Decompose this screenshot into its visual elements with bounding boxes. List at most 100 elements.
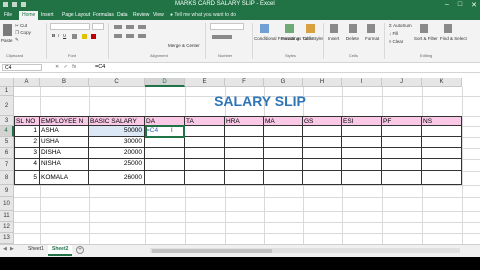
cell-sl-no[interactable]: 1: [14, 126, 40, 137]
cell-employee-name[interactable]: DISHA: [40, 148, 89, 159]
table-cell-empty[interactable]: [422, 126, 462, 137]
row-header-4[interactable]: 4: [0, 126, 14, 137]
header-cell-employee-name[interactable]: EMPLOYEE N: [40, 116, 89, 126]
row-header-8[interactable]: 8: [0, 171, 14, 185]
sort-filter-button[interactable]: Sort & Filter: [414, 36, 438, 41]
cell-basic-salary[interactable]: 26000: [89, 171, 145, 185]
cancel-icon[interactable]: ✕: [55, 64, 59, 70]
table-cell-empty[interactable]: [145, 171, 185, 185]
number-format-icons[interactable]: [212, 35, 232, 39]
row-header-7[interactable]: 7: [0, 159, 14, 171]
table-cell-empty[interactable]: [225, 159, 264, 171]
table-cell-empty[interactable]: [342, 126, 382, 137]
table-cell-empty[interactable]: [382, 126, 422, 137]
tell-me-search[interactable]: ● Tell me what you want to do: [170, 12, 236, 18]
paste-button[interactable]: Paste: [1, 38, 13, 43]
font-size-box[interactable]: [92, 23, 104, 30]
close-icon[interactable]: ✕: [471, 1, 477, 9]
horizontal-scroll-thumb[interactable]: [152, 249, 272, 253]
table-cell-empty[interactable]: [422, 159, 462, 171]
cell-basic-salary[interactable]: 30000: [89, 137, 145, 148]
cell-styles-button[interactable]: Cell Styles: [303, 36, 324, 41]
prev-sheet-icon[interactable]: ◀: [3, 246, 7, 252]
table-cell-empty[interactable]: [382, 171, 422, 185]
bold-button[interactable]: B: [52, 33, 55, 38]
cell-employee-name[interactable]: ASHA: [40, 126, 89, 137]
table-cell-empty[interactable]: [422, 148, 462, 159]
formula-input[interactable]: =C4: [95, 63, 105, 72]
redo-icon[interactable]: [21, 2, 26, 7]
column-header-e[interactable]: E: [185, 78, 225, 87]
fill-button[interactable]: ↓ Fill: [389, 31, 398, 36]
tab-review[interactable]: Review: [133, 12, 149, 18]
italic-button[interactable]: I: [58, 33, 59, 38]
merge-center-button[interactable]: Merge & Center: [168, 43, 200, 48]
add-sheet-icon[interactable]: +: [76, 246, 84, 254]
table-cell-empty[interactable]: [303, 137, 342, 148]
table-cell-empty[interactable]: [264, 148, 303, 159]
table-cell-empty[interactable]: [342, 171, 382, 185]
font-color-icon[interactable]: [91, 34, 96, 39]
underline-button[interactable]: U: [63, 33, 66, 38]
sheet-tab-sheet1[interactable]: Sheet1: [24, 245, 48, 254]
font-name-box[interactable]: [50, 23, 90, 30]
copy-button[interactable]: ❐ Copy: [15, 30, 31, 36]
row-header-5[interactable]: 5: [0, 137, 14, 148]
fill-color-icon[interactable]: [82, 34, 87, 39]
row-header-12[interactable]: 12: [0, 222, 14, 233]
header-cell-gs[interactable]: GS: [303, 116, 342, 126]
table-cell-empty[interactable]: [303, 148, 342, 159]
table-cell-empty[interactable]: [264, 126, 303, 137]
enter-icon[interactable]: ✓: [64, 64, 68, 70]
column-header-b[interactable]: B: [40, 78, 89, 87]
table-cell-empty[interactable]: [145, 137, 185, 148]
tab-page-layout[interactable]: Page Layout: [62, 12, 90, 18]
cut-button[interactable]: ✂ Cut: [15, 23, 27, 29]
column-header-a[interactable]: A: [14, 78, 40, 87]
table-cell-empty[interactable]: [264, 159, 303, 171]
cell-sl-no[interactable]: 2: [14, 137, 40, 148]
number-format-box[interactable]: [210, 23, 244, 30]
table-cell-empty[interactable]: [342, 148, 382, 159]
tab-file[interactable]: File: [4, 12, 12, 18]
tab-data[interactable]: Data: [117, 12, 128, 18]
insert-cells-button[interactable]: Insert: [328, 36, 339, 41]
header-cell-sl-no[interactable]: SL NO: [14, 116, 40, 126]
cell-basic-salary[interactable]: 50000: [89, 126, 145, 137]
borders-icon[interactable]: [72, 34, 77, 39]
table-cell-empty[interactable]: [225, 171, 264, 185]
table-cell-empty[interactable]: [342, 137, 382, 148]
header-cell-ma[interactable]: MA: [264, 116, 303, 126]
name-box[interactable]: C4: [2, 64, 42, 71]
table-cell-empty[interactable]: [382, 148, 422, 159]
table-cell-empty[interactable]: [225, 137, 264, 148]
clear-button[interactable]: ◊ Clear: [389, 39, 403, 44]
table-cell-empty[interactable]: [185, 159, 225, 171]
tab-home[interactable]: Home: [19, 11, 39, 20]
sheet-tab-sheet2[interactable]: Sheet2: [48, 245, 73, 256]
column-header-k[interactable]: K: [422, 78, 462, 87]
header-cell-pf[interactable]: PF: [382, 116, 422, 126]
salary-slip-title[interactable]: SALARY SLIP: [160, 93, 360, 109]
cell-sl-no[interactable]: 5: [14, 171, 40, 185]
tab-insert[interactable]: Insert: [41, 12, 54, 18]
header-cell-ns[interactable]: NS: [422, 116, 462, 126]
header-cell-ta[interactable]: TA: [185, 116, 225, 126]
table-cell-empty[interactable]: [264, 137, 303, 148]
format-as-table-icon[interactable]: [285, 24, 294, 33]
align-right-icon[interactable]: [138, 34, 146, 38]
cell-basic-salary[interactable]: 25000: [89, 159, 145, 171]
cell-employee-name[interactable]: NISHA: [40, 159, 89, 171]
table-cell-empty[interactable]: [382, 137, 422, 148]
row-header-11[interactable]: 11: [0, 211, 14, 222]
table-cell-empty[interactable]: [382, 159, 422, 171]
column-header-i[interactable]: I: [342, 78, 382, 87]
next-sheet-icon[interactable]: ▶: [10, 246, 14, 252]
table-cell-empty[interactable]: [303, 126, 342, 137]
table-cell-empty[interactable]: [145, 159, 185, 171]
row-header-6[interactable]: 6: [0, 148, 14, 159]
table-cell-empty[interactable]: [422, 137, 462, 148]
sort-filter-icon[interactable]: [420, 24, 428, 33]
tab-formulas[interactable]: Formulas: [93, 12, 114, 18]
conditional-formatting-icon[interactable]: [260, 24, 269, 33]
